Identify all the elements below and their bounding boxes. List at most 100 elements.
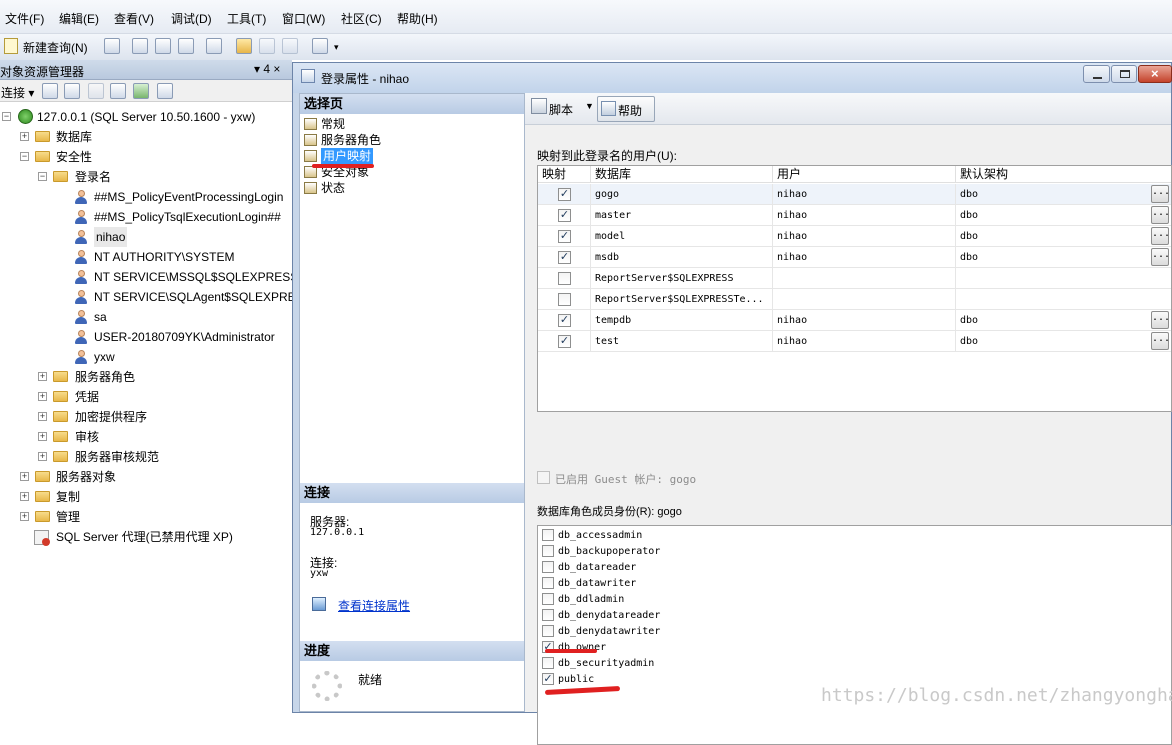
map-checkbox[interactable]: ✓ [558,188,571,201]
role-checkbox[interactable] [542,609,554,621]
toolbar-overflow-icon[interactable]: ▾ [334,42,339,53]
column-header-user[interactable]: 用户 [773,166,956,183]
table-row[interactable]: ✓ master nihao dbo... [538,205,1171,226]
user-cell[interactable]: nihao [773,310,956,331]
close-button[interactable]: × [1138,65,1172,83]
expand-icon[interactable]: + [20,472,29,481]
user-cell[interactable]: nihao [773,184,956,205]
activity-monitor-icon[interactable] [312,38,328,54]
panel-controls[interactable]: ▾ 4 × [254,62,280,76]
script-wizard-icon[interactable] [157,83,173,99]
column-header-map[interactable]: 映射 [538,166,591,183]
menu-view[interactable]: 查看(V) [114,10,154,27]
user-cell[interactable]: nihao [773,226,956,247]
connect-icon[interactable] [42,83,58,99]
user-cell[interactable]: nihao [773,247,956,268]
menu-file[interactable]: 文件(F) [5,10,44,27]
tree-label: 复制 [56,490,81,504]
browse-schema-button[interactable]: ... [1151,206,1170,224]
menu-community[interactable]: 社区(C) [341,10,382,27]
schema-cell[interactable]: dbo... [956,226,1171,247]
menu-tools[interactable]: 工具(T) [227,10,266,27]
script-dropdown-icon[interactable]: ▼ [585,101,594,111]
server-value: 127.0.0.1 [310,527,365,538]
schema-cell[interactable]: dbo... [956,184,1171,205]
schema-cell[interactable]: dbo... [956,247,1171,268]
table-row[interactable]: ReportServer$SQLEXPRESS [538,268,1171,289]
collapse-icon[interactable]: − [20,152,29,161]
user-cell[interactable]: nihao [773,205,956,226]
column-header-default-schema[interactable]: 默认架构 [956,166,1171,183]
analysis-query-icon[interactable] [132,38,148,54]
map-checkbox[interactable]: ✓ [558,251,571,264]
role-checkbox[interactable] [542,593,554,605]
menu-edit[interactable]: 编辑(E) [59,10,99,27]
map-checkbox[interactable]: ✓ [558,314,571,327]
role-checkbox[interactable] [542,577,554,589]
stop-icon[interactable] [88,83,104,99]
browse-schema-button[interactable]: ... [1151,311,1170,329]
browse-schema-button[interactable]: ... [1151,185,1170,203]
browse-schema-button[interactable]: ... [1151,332,1170,350]
help-button[interactable]: 帮助 [597,96,655,122]
new-file-icon[interactable] [206,38,222,54]
refresh-icon[interactable] [133,83,149,99]
role-checkbox[interactable] [542,657,554,669]
table-row[interactable]: ✓ test nihao dbo... [538,331,1171,352]
save-icon[interactable] [259,38,275,54]
map-checkbox[interactable]: ✓ [558,335,571,348]
script-button[interactable]: 脚本 [549,101,573,118]
schema-cell[interactable]: dbo... [956,205,1171,226]
minimize-button[interactable] [1083,65,1110,83]
maximize-button[interactable] [1111,65,1137,83]
expand-icon[interactable]: + [20,492,29,501]
expand-icon[interactable]: + [38,372,47,381]
disconnect-icon[interactable] [64,83,80,99]
schema-cell[interactable]: dbo... [956,331,1171,352]
expand-icon[interactable]: + [38,452,47,461]
role-checkbox[interactable] [542,545,554,557]
xmla-query-icon[interactable] [178,38,194,54]
expand-icon[interactable]: + [38,392,47,401]
table-row[interactable]: ✓ tempdb nihao dbo... [538,310,1171,331]
expand-icon[interactable]: + [20,512,29,521]
collapse-icon[interactable]: − [2,112,11,121]
user-cell[interactable]: nihao [773,331,956,352]
map-checkbox[interactable] [558,272,571,285]
filter-icon[interactable] [110,83,126,99]
column-header-database[interactable]: 数据库 [591,166,773,183]
menu-help[interactable]: 帮助(H) [397,10,438,27]
map-checkbox[interactable] [558,293,571,306]
mdx-query-icon[interactable] [155,38,171,54]
expand-icon[interactable]: + [38,412,47,421]
collapse-icon[interactable]: − [38,172,47,181]
help-icon [601,101,616,116]
new-query-button[interactable]: 新建查询(N) [23,39,88,56]
connect-dropdown[interactable]: 连接 ▾ [1,84,34,101]
expand-icon[interactable]: + [38,432,47,441]
schema-cell[interactable] [956,268,1171,289]
table-row[interactable]: ReportServer$SQLEXPRESSTe... [538,289,1171,310]
browse-schema-button[interactable]: ... [1151,248,1170,266]
role-checkbox[interactable] [542,561,554,573]
schema-cell[interactable]: dbo... [956,310,1171,331]
expand-icon[interactable]: + [20,132,29,141]
map-checkbox[interactable]: ✓ [558,230,571,243]
map-checkbox[interactable]: ✓ [558,209,571,222]
schema-cell[interactable] [956,289,1171,310]
user-cell[interactable] [773,289,956,310]
open-folder-icon[interactable] [236,38,252,54]
view-connection-properties-link[interactable]: 查看连接属性 [338,597,410,614]
menu-debug[interactable]: 调试(D) [171,10,212,27]
role-checkbox[interactable] [542,625,554,637]
menu-window[interactable]: 窗口(W) [282,10,325,27]
role-checkbox[interactable]: ✓ [542,673,554,685]
table-row[interactable]: ✓ msdb nihao dbo... [538,247,1171,268]
user-cell[interactable] [773,268,956,289]
table-row[interactable]: ✓ gogo nihao dbo... [538,184,1171,205]
db-engine-query-icon[interactable] [104,38,120,54]
print-icon[interactable] [282,38,298,54]
table-row[interactable]: ✓ model nihao dbo... [538,226,1171,247]
role-checkbox[interactable] [542,529,554,541]
browse-schema-button[interactable]: ... [1151,227,1170,245]
